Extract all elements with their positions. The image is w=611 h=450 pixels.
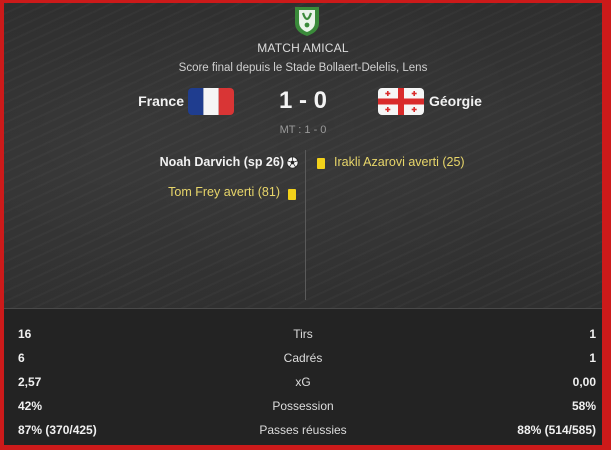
- yellow-card-icon: [317, 158, 325, 169]
- stat-row-passes: 87% (370/425) Passes réussies 88% (514/5…: [4, 419, 602, 443]
- stat-label: Cadrés: [283, 351, 323, 365]
- georgia-flag-icon: [378, 88, 424, 115]
- stat-away-value: 1: [589, 327, 596, 341]
- match-stats-table: 16 Tirs 1 6 Cadrés 1 2,57 xG 0,00 42% Po…: [4, 308, 602, 445]
- stat-away-value: 58%: [571, 399, 596, 413]
- stat-away-value: 0,00: [572, 375, 596, 389]
- stat-label: Possession: [272, 399, 334, 413]
- stat-row-possession: 42% Possession 58%: [4, 395, 602, 419]
- competition-name: MATCH AMICAL: [257, 41, 349, 55]
- stat-away-value: 1: [589, 351, 596, 365]
- stat-row-xg: 2,57 xG 0,00: [4, 371, 602, 395]
- events-divider: [305, 150, 306, 300]
- venue-line: Score final depuis le Stade Bollaert-Del…: [178, 62, 428, 74]
- home-goal-event[interactable]: Noah Darvich (sp 26): [160, 155, 284, 169]
- final-score: 1 - 0: [278, 87, 328, 114]
- stat-row-on-target: 6 Cadrés 1: [4, 347, 602, 371]
- competition-logo-icon: [295, 7, 319, 36]
- soccer-ball-icon: [286, 156, 299, 169]
- stat-label: Passes réussies: [259, 423, 347, 437]
- stat-away-value: 88% (514/585): [517, 423, 596, 437]
- stat-label: xG: [295, 375, 311, 389]
- match-summary-panel: MATCH AMICAL Score final depuis le Stade…: [4, 3, 602, 445]
- yellow-card-icon: [288, 189, 296, 200]
- away-card-event[interactable]: Irakli Azarovi averti (25): [334, 155, 465, 169]
- stat-row-shots: 16 Tirs 1: [4, 323, 602, 347]
- home-card-event[interactable]: Tom Frey averti (81): [168, 185, 280, 199]
- half-time-score: MT : 1 - 0: [279, 124, 327, 136]
- stat-label: Tirs: [293, 327, 313, 341]
- away-team-name[interactable]: Géorgie: [429, 93, 482, 109]
